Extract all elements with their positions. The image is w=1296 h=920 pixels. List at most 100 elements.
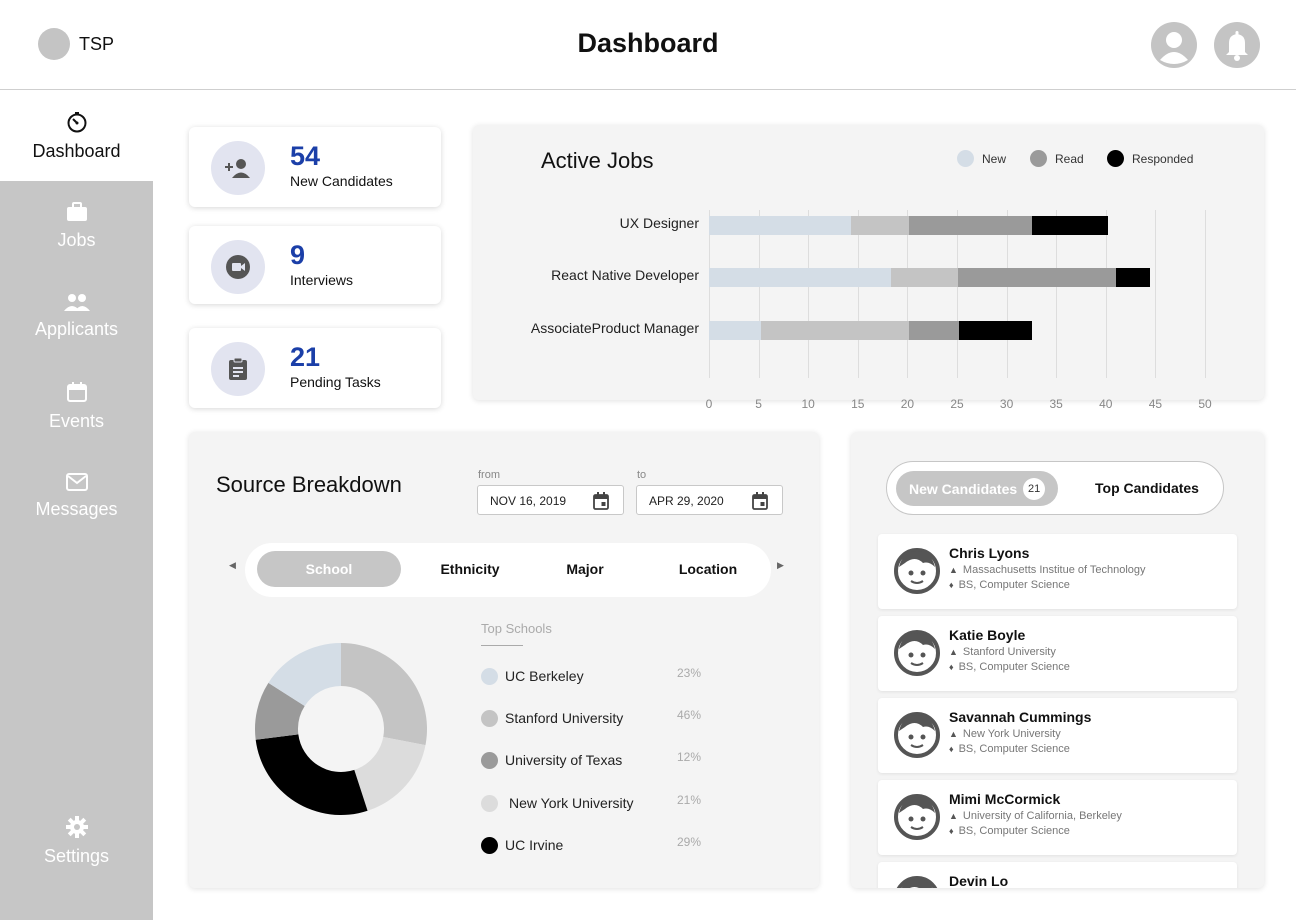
to-date-field[interactable]: APR 29, 2020 bbox=[636, 485, 783, 515]
candidate-card[interactable]: Katie Boyle ▲ Stanford University ♦ BS, Co… bbox=[878, 616, 1237, 691]
sidebar-item-applicants[interactable]: Applicants bbox=[0, 271, 153, 361]
tab-ethnicity[interactable]: Ethnicity bbox=[425, 551, 515, 587]
bar-segment[interactable] bbox=[709, 268, 891, 287]
bar-segment[interactable] bbox=[1032, 216, 1108, 235]
gridline bbox=[957, 210, 958, 378]
candidate-name: Katie Boyle bbox=[949, 627, 1026, 643]
user-icon[interactable] bbox=[1151, 22, 1197, 68]
candidate-degree-text: BS, Computer Science bbox=[958, 743, 1070, 755]
legend-swatch bbox=[481, 837, 498, 854]
gridline bbox=[758, 210, 760, 378]
legend-swatch bbox=[1107, 150, 1124, 167]
candidate-degree: ♦ BS, Computer Science bbox=[949, 579, 1070, 591]
top-schools-title: Top Schools bbox=[481, 621, 552, 636]
bar-segment[interactable] bbox=[760, 321, 910, 340]
x-tick-label: 20 bbox=[900, 397, 915, 411]
divider bbox=[481, 645, 523, 646]
bar-segment[interactable] bbox=[957, 268, 1116, 287]
calendar-icon bbox=[593, 492, 609, 510]
bell-icon[interactable] bbox=[1214, 22, 1260, 68]
x-tick-label: 50 bbox=[1198, 397, 1212, 411]
tab-major[interactable]: Major bbox=[545, 551, 625, 587]
legend-label: Responded bbox=[1132, 151, 1194, 166]
from-date-field[interactable]: NOV 16, 2019 bbox=[477, 485, 624, 515]
tabs-scroll-right-icon[interactable]: ▶ bbox=[777, 560, 784, 571]
sidebar-item-events[interactable]: Events bbox=[0, 361, 153, 451]
bar-segment[interactable] bbox=[909, 321, 959, 340]
legend-item-new: New bbox=[957, 150, 1006, 167]
candidate-school: ▲ Stanford University bbox=[949, 646, 1056, 658]
stat-label: Interviews bbox=[290, 272, 354, 288]
x-tick-label: 35 bbox=[1049, 397, 1063, 411]
stat-card-pending-tasks[interactable]: 21 Pending Tasks bbox=[189, 328, 441, 408]
x-tick-label: 25 bbox=[950, 397, 964, 411]
bar-segment[interactable] bbox=[1115, 268, 1151, 287]
avatar-icon bbox=[896, 876, 938, 888]
candidate-card[interactable]: Savannah Cummings ▲ New York University ♦… bbox=[878, 698, 1237, 773]
tab-location[interactable]: Location bbox=[663, 551, 753, 587]
tabs-scroll-left-icon[interactable]: ◀ bbox=[229, 560, 236, 571]
bar-segment[interactable] bbox=[850, 216, 910, 235]
legend-swatch bbox=[481, 752, 498, 769]
tab-school[interactable]: School bbox=[257, 551, 401, 587]
tab-label: New Candidates bbox=[909, 480, 1018, 497]
sidebar-item-label: Events bbox=[48, 410, 105, 431]
stat-card-interviews[interactable]: 9 Interviews bbox=[189, 226, 441, 304]
active-jobs-panel: Active Jobs New Read Responded 0 5 10 15 20 2… bbox=[473, 125, 1264, 411]
source-breakdown-title: Source Breakdown bbox=[216, 472, 402, 497]
candidate-card[interactable]: Devin Lo bbox=[878, 862, 1237, 888]
calendar-icon bbox=[752, 492, 768, 510]
school-donut-chart bbox=[255, 643, 427, 815]
graduation-cap-icon: ▲ bbox=[949, 811, 958, 821]
bar-segment[interactable] bbox=[709, 216, 851, 235]
school-percent: 21% bbox=[677, 793, 702, 807]
candidate-name: Savannah Cummings bbox=[949, 709, 1092, 725]
sidebar: Dashboard Jobs Applicants Events Message… bbox=[0, 91, 153, 920]
candidate-degree: ♦ BS, Computer Science bbox=[949, 661, 1070, 673]
source-breakdown-panel: Source Breakdown from NOV 16, 2019 to AP… bbox=[189, 432, 819, 888]
from-date-value: NOV 16, 2019 bbox=[490, 494, 567, 508]
mail-icon bbox=[65, 472, 88, 491]
donut-slice[interactable] bbox=[354, 737, 426, 811]
school-percent: 23% bbox=[677, 666, 702, 680]
clipboard-icon bbox=[211, 342, 265, 396]
sidebar-item-dashboard[interactable]: Dashboard bbox=[0, 91, 153, 181]
candidate-school: ▲ Massachusetts Institue of Technology bbox=[949, 564, 1146, 576]
sidebar-item-messages[interactable]: Messages bbox=[0, 451, 153, 541]
sidebar-item-label: Settings bbox=[43, 845, 110, 866]
legend-swatch bbox=[481, 795, 498, 812]
gridline bbox=[907, 210, 909, 378]
sidebar-item-jobs[interactable]: Jobs bbox=[0, 181, 153, 271]
candidate-school-text: New York University bbox=[962, 728, 1061, 740]
candidate-card[interactable]: Chris Lyons ▲ Massachusetts Institue of T… bbox=[878, 534, 1237, 609]
candidate-degree: ♦ BS, Computer Science bbox=[949, 825, 1070, 837]
tab-top-candidates[interactable]: Top Candidates bbox=[1095, 480, 1199, 496]
job-label: UX Designer bbox=[619, 215, 699, 231]
bar-segment[interactable] bbox=[709, 321, 761, 340]
people-icon bbox=[63, 293, 90, 311]
candidate-school: ▲ University of California, Berkeley bbox=[949, 810, 1122, 822]
school-name: UC Berkeley bbox=[505, 668, 584, 684]
sidebar-item-label: Dashboard bbox=[32, 140, 121, 161]
stat-card-new-candidates[interactable]: 54 New Candidates bbox=[189, 127, 441, 207]
legend-item-responded: Responded bbox=[1107, 150, 1193, 167]
degree-icon: ♦ bbox=[949, 662, 954, 672]
sidebar-item-settings[interactable]: Settings bbox=[0, 796, 153, 886]
candidate-school-text: Stanford University bbox=[962, 646, 1056, 658]
calendar-icon bbox=[66, 381, 87, 402]
bar-segment[interactable] bbox=[958, 321, 1033, 340]
legend-item-read: Read bbox=[1030, 150, 1084, 167]
gridline bbox=[1155, 210, 1157, 378]
candidate-school: ▲ New York University bbox=[949, 728, 1061, 740]
graduation-cap-icon: ▲ bbox=[949, 565, 958, 575]
tab-new-candidates[interactable]: New Candidates 21 bbox=[896, 471, 1058, 506]
avatar-icon bbox=[894, 630, 940, 676]
bar-segment[interactable] bbox=[890, 268, 958, 287]
donut-slice[interactable] bbox=[255, 734, 368, 815]
donut-slice[interactable] bbox=[341, 643, 427, 746]
bar-segment[interactable] bbox=[909, 216, 1033, 235]
candidate-name: Chris Lyons bbox=[949, 545, 1030, 561]
candidate-card[interactable]: Mimi McCormick ▲ University of California… bbox=[878, 780, 1237, 855]
candidates-panel: New Candidates 21 Top Candidates Chris L… bbox=[851, 432, 1264, 888]
candidate-degree: ♦ BS, Computer Science bbox=[949, 743, 1070, 755]
